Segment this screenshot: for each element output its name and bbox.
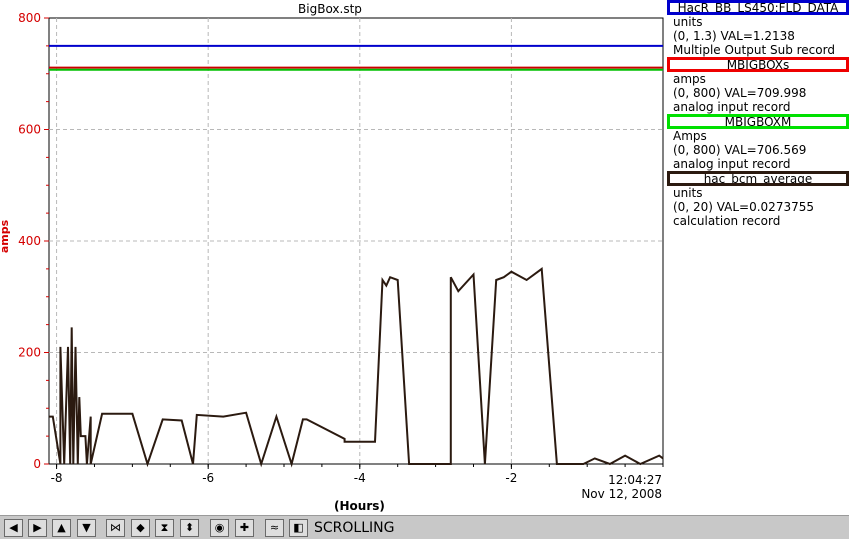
legend-panel: HacR_BB_LS450:FLD_DATA units (0, 1.3) VA… (667, 0, 849, 228)
x-axis-label: (Hours) (334, 499, 385, 513)
pan-right-icon[interactable]: ▶ (28, 519, 47, 537)
legend-name-box[interactable]: MBIGBOXs (667, 57, 849, 72)
plot-title: BigBox.stp (298, 2, 362, 16)
y-axis-label: amps (0, 219, 12, 254)
pan-down-icon[interactable]: ▼ (77, 519, 96, 537)
step-icon[interactable]: ◧ (289, 519, 308, 537)
x-tick-label: -8 (51, 471, 63, 485)
legend-range-value: (0, 20) VAL=0.0273755 (673, 200, 814, 214)
legend-entry[interactable]: HacR_BB_LS450:FLD_DATA units (0, 1.3) VA… (667, 0, 849, 57)
timestamp-date: Nov 12, 2008 (581, 487, 662, 501)
toolbar: SCROLLING ◀ ▶ ▲ ▼ ⋈ ◆ ⧗ ⬍ ◉ ✚ ≈ ◧ (0, 515, 849, 539)
pan-up-icon[interactable]: ▲ (52, 519, 71, 537)
legend-units: Amps (673, 129, 707, 143)
scrolling-toggle-icon[interactable]: ≈ (265, 519, 284, 537)
zoom-add-icon[interactable]: ✚ (235, 519, 254, 537)
legend-record-type: analog input record (673, 100, 791, 114)
zoom-out-horizontal-icon[interactable]: ◆ (131, 519, 150, 537)
y-tick-label: 400 (18, 234, 41, 248)
legend-units: units (673, 186, 703, 200)
legend-entry[interactable]: MBIGBOXs amps (0, 800) VAL=709.998 analo… (667, 57, 849, 114)
legend-name-box[interactable]: hac_bcm_average (667, 171, 849, 186)
zoom-in-vertical-icon[interactable]: ⧗ (155, 519, 174, 537)
x-tick-label: -2 (505, 471, 517, 485)
pan-left-icon[interactable]: ◀ (4, 519, 23, 537)
timestamp-time: 12:04:27 (608, 473, 662, 487)
y-tick-label: 0 (33, 457, 41, 471)
legend-record-type: Multiple Output Sub record (673, 43, 835, 57)
legend-entry[interactable]: MBIGBOXM Amps (0, 800) VAL=706.569 analo… (667, 114, 849, 171)
legend-record-type: calculation record (673, 214, 781, 228)
legend-range-value: (0, 800) VAL=706.569 (673, 143, 807, 157)
legend-name-box[interactable]: HacR_BB_LS450:FLD_DATA (667, 0, 849, 15)
scrolling-mode-label: SCROLLING (314, 520, 395, 536)
zoom-in-horizontal-icon[interactable]: ⋈ (106, 519, 125, 537)
series-line (49, 267, 664, 468)
y-tick-label: 200 (18, 346, 41, 360)
legend-record-type: analog input record (673, 157, 791, 171)
legend-units: amps (673, 72, 706, 86)
y-tick-label: 600 (18, 123, 41, 137)
legend-name-box[interactable]: MBIGBOXM (667, 114, 849, 129)
x-tick-label: -4 (354, 471, 366, 485)
legend-units: units (673, 15, 703, 29)
legend-entry[interactable]: hac_bcm_average units (0, 20) VAL=0.0273… (667, 171, 849, 228)
x-tick-label: -6 (202, 471, 214, 485)
legend-range-value: (0, 800) VAL=709.998 (673, 86, 807, 100)
zoom-out-vertical-icon[interactable]: ⬍ (180, 519, 199, 537)
legend-range-value: (0, 1.3) VAL=1.2138 (673, 29, 795, 43)
zoom-reset-icon[interactable]: ◉ (210, 519, 229, 537)
